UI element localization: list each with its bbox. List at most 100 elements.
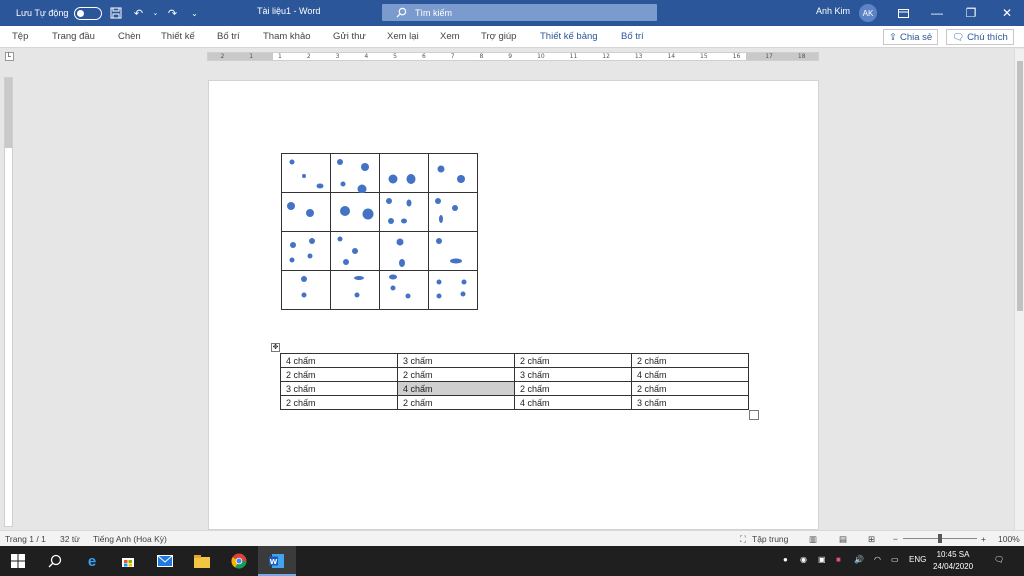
dots-cell[interactable]: [330, 231, 380, 271]
zoom-in-icon[interactable]: +: [981, 534, 986, 544]
taskbar-clock[interactable]: 10:45 SA 24/04/2020: [933, 549, 973, 573]
tab-file[interactable]: Tệp: [12, 31, 28, 42]
chrome-icon[interactable]: [229, 551, 249, 571]
tab-view[interactable]: Xem: [440, 31, 460, 42]
volume-icon[interactable]: 🔊: [854, 555, 864, 564]
taskbar-search-icon[interactable]: [45, 551, 65, 571]
word-count[interactable]: 32 từ: [60, 534, 80, 544]
autosave-toggle[interactable]: [74, 6, 103, 20]
dots-cell[interactable]: [281, 153, 331, 193]
avatar[interactable]: AK: [859, 4, 877, 22]
tab-selector-icon[interactable]: L: [5, 52, 14, 61]
comments-button[interactable]: 🗨 Chú thích: [946, 29, 1014, 45]
dots-cell[interactable]: [428, 270, 478, 310]
share-button[interactable]: ⇪ Chia sẻ: [883, 29, 939, 45]
dots-cell[interactable]: [379, 192, 429, 232]
mail-icon[interactable]: [155, 551, 175, 571]
dots-cell[interactable]: [330, 192, 380, 232]
wifi-icon[interactable]: ◠: [874, 555, 881, 564]
close-icon[interactable]: ✕: [990, 0, 1024, 26]
tab-help[interactable]: Trợ giúp: [481, 31, 516, 42]
dots-cell[interactable]: [428, 231, 478, 271]
tab-review[interactable]: Xem lại: [387, 31, 419, 42]
comments-label: Chú thích: [967, 31, 1008, 43]
table-cell[interactable]: 2 chấm: [631, 353, 749, 368]
battery-icon[interactable]: ▭: [891, 555, 899, 564]
document-page[interactable]: ✥ 4 chấm 3 chấm 2 chấm 2 chấm 2 chấm 2 c…: [208, 80, 819, 530]
notifications-icon[interactable]: 🗨: [994, 555, 1004, 564]
table-cell[interactable]: 2 chấm: [280, 367, 398, 382]
dots-cell[interactable]: [281, 231, 331, 271]
tab-table-design[interactable]: Thiết kế bảng: [540, 31, 598, 42]
edge-browser-icon[interactable]: e: [82, 551, 102, 571]
table-cell-selected[interactable]: 4 chấm: [397, 381, 515, 396]
focus-mode-label[interactable]: Tập trung: [752, 534, 788, 544]
zoom-slider-knob[interactable]: [938, 534, 942, 543]
customize-toolbar-icon[interactable]: ⌄: [186, 5, 202, 21]
table-cell[interactable]: 2 chấm: [397, 367, 515, 382]
tab-design[interactable]: Thiết kế: [161, 31, 195, 42]
scrollbar-thumb[interactable]: [1017, 61, 1023, 311]
dots-cell[interactable]: [428, 153, 478, 193]
table-cell[interactable]: 2 chấm: [397, 395, 515, 410]
input-language[interactable]: ENG: [909, 555, 926, 564]
tab-references[interactable]: Tham khảo: [263, 31, 311, 42]
page-indicator[interactable]: Trang 1 / 1: [5, 534, 46, 544]
table-cell[interactable]: 4 chấm: [631, 367, 749, 382]
table-cell[interactable]: 3 chấm: [514, 367, 632, 382]
dots-cell[interactable]: [330, 153, 380, 193]
dots-cell[interactable]: [428, 192, 478, 232]
vertical-ruler[interactable]: [4, 77, 13, 527]
dots-cell[interactable]: [379, 153, 429, 193]
table-cell[interactable]: 3 chấm: [280, 381, 398, 396]
zoom-out-icon[interactable]: −: [893, 534, 898, 544]
search-box[interactable]: Tìm kiếm: [382, 4, 657, 21]
vertical-scrollbar[interactable]: [1014, 49, 1024, 530]
tray-app-icon[interactable]: ◉: [800, 555, 807, 564]
dots-cell[interactable]: [330, 270, 380, 310]
print-layout-icon[interactable]: ▤: [839, 534, 847, 545]
web-layout-icon[interactable]: ⊞: [868, 534, 875, 545]
windows-start-icon[interactable]: [8, 551, 28, 571]
undo-dropdown-icon[interactable]: ⌄: [152, 5, 158, 21]
restore-icon[interactable]: ❐: [954, 0, 988, 26]
table-cell[interactable]: 3 chấm: [397, 353, 515, 368]
dots-cell[interactable]: [281, 270, 331, 310]
table-cell[interactable]: 3 chấm: [631, 395, 749, 410]
read-mode-icon[interactable]: ▥: [809, 534, 817, 545]
file-explorer-icon[interactable]: [192, 551, 212, 571]
table-cell[interactable]: 2 chấm: [631, 381, 749, 396]
ribbon-display-options-icon[interactable]: [886, 0, 920, 26]
language-indicator[interactable]: Tiếng Anh (Hoa Kỳ): [93, 534, 167, 544]
save-icon[interactable]: [108, 5, 124, 21]
table-cell[interactable]: 4 chấm: [514, 395, 632, 410]
tray-app-icon[interactable]: ▣: [818, 555, 826, 564]
user-name[interactable]: Anh Kim: [816, 6, 850, 16]
zoom-level[interactable]: 100%: [998, 534, 1020, 544]
word-app-icon[interactable]: W: [267, 551, 287, 571]
tray-app-icon[interactable]: ■: [836, 555, 841, 564]
dots-cell[interactable]: [281, 192, 331, 232]
tab-mailings[interactable]: Gửi thư: [333, 31, 366, 42]
table-cell[interactable]: 2 chấm: [514, 353, 632, 368]
focus-mode-icon[interactable]: ⛶: [740, 534, 746, 545]
table-resize-handle[interactable]: [749, 410, 759, 420]
tab-layout[interactable]: Bố trí: [217, 31, 240, 42]
store-icon[interactable]: [118, 551, 138, 571]
table-cell[interactable]: 2 chấm: [280, 395, 398, 410]
undo-icon[interactable]: ↶: [130, 5, 146, 21]
table-cell[interactable]: 2 chấm: [514, 381, 632, 396]
horizontal-ruler[interactable]: 2 1 1 2 3 4 5 6 7 8 9 10 11 12 13 14 15 16 17 18: [207, 52, 819, 61]
dots-cell[interactable]: [379, 231, 429, 271]
dots-cell[interactable]: [379, 270, 429, 310]
table-cell[interactable]: 4 chấm: [280, 353, 398, 368]
tab-home[interactable]: Trang đầu: [52, 31, 95, 42]
tab-table-layout[interactable]: Bố trí: [621, 31, 644, 42]
count-table[interactable]: 4 chấm 3 chấm 2 chấm 2 chấm 2 chấm 2 chấ…: [280, 353, 749, 410]
minimize-icon[interactable]: —: [920, 0, 954, 26]
tray-app-icon[interactable]: ●: [783, 555, 788, 564]
table-move-handle-icon[interactable]: ✥: [271, 343, 280, 352]
dots-grid-table[interactable]: [281, 153, 478, 310]
redo-icon[interactable]: ↷: [164, 5, 180, 21]
tab-insert[interactable]: Chèn: [118, 31, 141, 42]
